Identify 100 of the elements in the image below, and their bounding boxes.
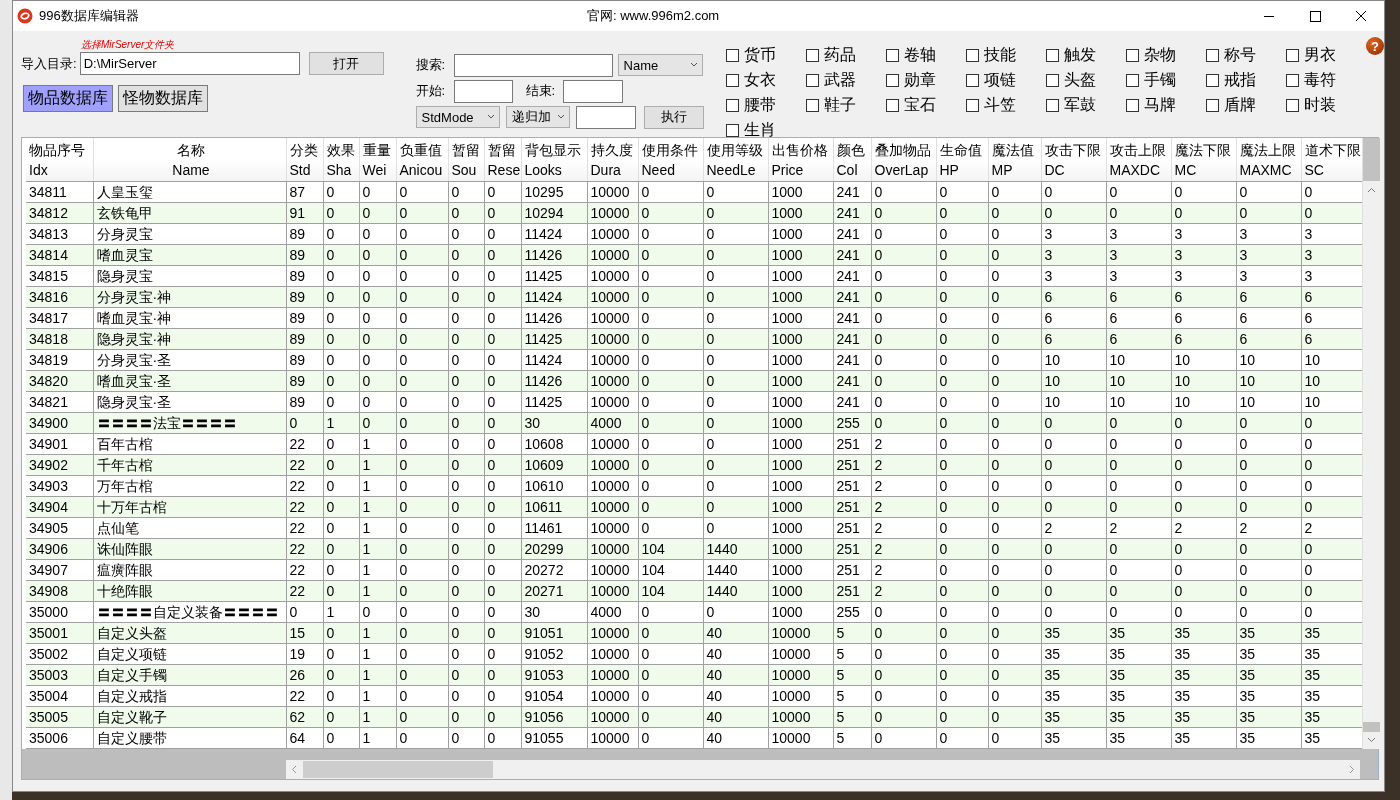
table-cell: 3	[1171, 223, 1236, 245]
column-header[interactable]: 暂留 Rese	[484, 138, 521, 182]
checkbox-label: 男衣	[1304, 45, 1336, 65]
scrollbar-thumb[interactable]	[1363, 722, 1380, 732]
table-cell: 10000	[587, 307, 638, 329]
database-tab[interactable]: 怪物数据库	[118, 85, 208, 112]
column-header[interactable]: 物品序号 Idx	[26, 138, 93, 182]
table-cell: 10000	[768, 643, 833, 665]
table-cell: 35	[1171, 727, 1236, 749]
checkbox[interactable]	[726, 124, 739, 137]
checkbox[interactable]	[1286, 99, 1299, 112]
checkbox-label: 宝石	[904, 95, 936, 115]
checkbox[interactable]	[886, 49, 899, 62]
table-cell: 0	[988, 391, 1041, 413]
table-cell: 241	[833, 307, 871, 329]
column-header[interactable]: 使用条件 Need	[638, 138, 703, 182]
operation-dropdown[interactable]: 递归加	[505, 106, 570, 128]
checkbox[interactable]	[1206, 74, 1219, 87]
checkbox[interactable]	[1126, 49, 1139, 62]
end-field[interactable]	[562, 79, 623, 103]
table-cell: 0	[396, 601, 448, 623]
table-cell: 1000	[768, 265, 833, 287]
checkbox[interactable]	[1046, 49, 1059, 62]
checkbox-label: 卷轴	[904, 45, 936, 65]
table-cell: 0	[1171, 559, 1236, 581]
execute-button[interactable]: 执行	[643, 105, 704, 129]
table-cell: 35	[1106, 727, 1171, 749]
table-cell: 10000	[587, 559, 638, 581]
column-header[interactable]: 魔法上限 MAXMC	[1236, 138, 1301, 182]
column-header[interactable]: 重量 Wei	[359, 138, 396, 182]
checkbox-label: 手镯	[1144, 70, 1176, 90]
table-cell: 0	[323, 517, 359, 539]
mode-dropdown[interactable]: StdMode	[415, 106, 500, 128]
table-cell: 22	[286, 559, 323, 581]
column-header[interactable]: 分类 Std	[286, 138, 323, 182]
table-cell: 0	[323, 685, 359, 707]
checkbox[interactable]	[806, 99, 819, 112]
table-cell: 0	[359, 601, 396, 623]
checkbox[interactable]	[1206, 49, 1219, 62]
field-dropdown[interactable]: Name	[617, 54, 703, 76]
column-header[interactable]: 颜色 Col	[833, 138, 871, 182]
column-header[interactable]: 道术下限 SC	[1301, 138, 1362, 182]
table-cell: 64	[286, 727, 323, 749]
open-button[interactable]: 打开	[308, 52, 384, 75]
checkbox[interactable]	[1286, 74, 1299, 87]
table-cell: 0	[703, 517, 768, 539]
table-cell: 91055	[521, 727, 587, 749]
table-cell: 0	[396, 349, 448, 371]
column-header[interactable]: 攻击上限 MAXDC	[1106, 138, 1171, 182]
column-header[interactable]: 使用等级 NeedLe	[703, 138, 768, 182]
column-header[interactable]: 背包显示 Looks	[521, 138, 587, 182]
checkbox[interactable]	[1206, 99, 1219, 112]
table-cell: 点仙笔	[93, 517, 286, 539]
column-header[interactable]: 魔法值 MP	[988, 138, 1041, 182]
checkbox[interactable]	[886, 99, 899, 112]
column-header[interactable]: 负重值 Anicou	[396, 138, 448, 182]
checkbox[interactable]	[966, 99, 979, 112]
checkbox[interactable]	[966, 74, 979, 87]
checkbox[interactable]	[726, 49, 739, 62]
checkbox[interactable]	[1126, 99, 1139, 112]
table-cell: 10000	[587, 685, 638, 707]
search-field[interactable]	[453, 53, 613, 77]
table-cell: 251	[833, 475, 871, 497]
checkbox[interactable]	[1046, 74, 1059, 87]
table-cell: 3	[1041, 265, 1106, 287]
checkbox[interactable]	[966, 49, 979, 62]
checkbox[interactable]	[1286, 49, 1299, 62]
column-header[interactable]: 出售价格 Price	[768, 138, 833, 182]
checkbox[interactable]	[886, 74, 899, 87]
value-field[interactable]	[575, 105, 636, 129]
column-header[interactable]: 持久度 Dura	[587, 138, 638, 182]
help-icon[interactable]: ?	[1366, 37, 1384, 55]
field-label: 开始:	[415, 82, 447, 100]
checkbox[interactable]	[726, 74, 739, 87]
table-cell: 0	[1041, 475, 1106, 497]
column-header[interactable]: 叠加物品 OverLap	[871, 138, 936, 182]
scrollbar-thumb[interactable]	[1363, 138, 1380, 181]
checkbox[interactable]	[726, 99, 739, 112]
column-header[interactable]: 攻击下限 DC	[1041, 138, 1106, 182]
table-cell: 0	[484, 349, 521, 371]
table-cell: 35005	[26, 706, 93, 728]
column-header[interactable]: 名称 Name	[93, 138, 286, 182]
checkbox[interactable]	[1126, 74, 1139, 87]
column-header[interactable]: 生命值 HP	[936, 138, 988, 182]
table-cell: 241	[833, 265, 871, 287]
start-field[interactable]	[453, 79, 513, 103]
table-cell: 35003	[26, 664, 93, 686]
column-header[interactable]: 效果 Sha	[323, 138, 359, 182]
table-cell: 0	[323, 349, 359, 371]
database-tab[interactable]: 物品数据库	[23, 85, 113, 112]
table-cell: 11424	[521, 349, 587, 371]
checkbox[interactable]	[1046, 99, 1059, 112]
table-cell: 40	[703, 643, 768, 665]
scrollbar-thumb[interactable]	[303, 761, 493, 778]
column-header[interactable]: 暂留 Sou	[448, 138, 484, 182]
checkbox[interactable]	[806, 74, 819, 87]
checkbox[interactable]	[806, 49, 819, 62]
column-header[interactable]: 魔法下限 MC	[1171, 138, 1236, 182]
directory-field[interactable]: D:\MirServer	[79, 52, 300, 75]
checkbox-label: 武器	[824, 70, 856, 90]
